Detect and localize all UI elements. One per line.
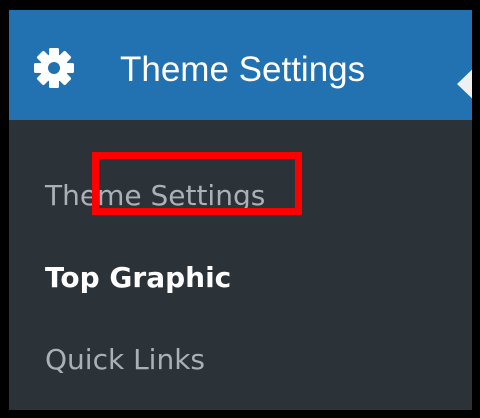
submenu-item-top-graphic[interactable]: Top Graphic	[45, 260, 231, 296]
screenshot-frame: Theme Settings Theme Settings Top Graphi…	[0, 0, 480, 418]
menu-header-theme-settings[interactable]: Theme Settings	[9, 10, 472, 120]
gear-icon	[34, 48, 74, 88]
submenu-item-quick-links[interactable]: Quick Links	[45, 342, 205, 378]
submenu-item-theme-settings[interactable]: Theme Settings	[45, 178, 265, 214]
current-menu-arrow-icon	[457, 61, 472, 107]
admin-menu: Theme Settings Theme Settings Top Graphi…	[9, 10, 472, 410]
menu-header-label: Theme Settings	[120, 50, 366, 89]
submenu: Theme Settings Top Graphic Quick Links	[9, 120, 472, 410]
